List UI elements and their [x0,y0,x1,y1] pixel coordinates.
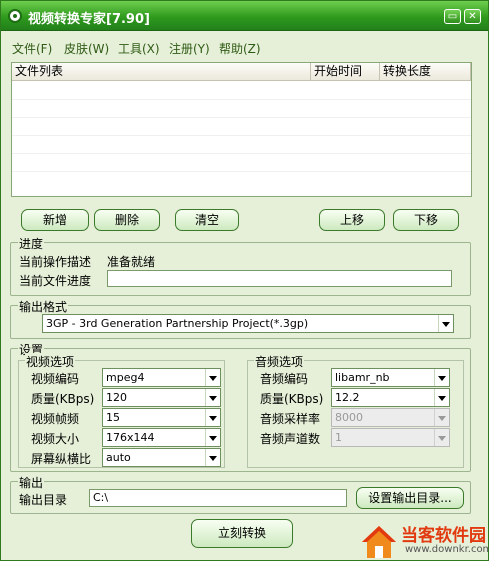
progress-group: 进度 当前操作描述 准备就绪 当前文件进度 [10,235,471,296]
video-fps-select[interactable]: 15 [102,408,221,427]
move-down-button[interactable]: 下移 [393,209,459,231]
clear-button[interactable]: 清空 [175,209,239,231]
watermark-url: www.downkr.com [405,544,489,555]
output-group: 输出 输出目录 C:\ 设置输出目录... [10,474,471,514]
settings-group: 设置 视频选项 视频编码 mpeg4 质量(KBps) 120 视频帧频 15 … [10,341,471,472]
list-divider [12,135,471,136]
operation-status: 准备就绪 [107,255,156,269]
progress-group-label: 进度 [18,235,45,252]
output-format-group: 输出格式 3GP - 3rd Generation Partnership Pr… [10,298,471,339]
audio-codec-value: libamr_nb [335,371,390,384]
audio-quality-value: 12.2 [335,391,360,404]
chevron-down-icon [434,409,449,426]
video-quality-value: 120 [106,391,127,404]
audio-quality-label: 质量(KBps) [260,392,324,406]
file-progress-label: 当前文件进度 [19,274,92,288]
video-options-label: 视频选项 [25,353,76,370]
output-group-label: 输出 [18,474,45,491]
chevron-down-icon[interactable] [205,409,220,426]
chevron-down-icon[interactable] [434,369,449,386]
audio-codec-select[interactable]: libamr_nb [331,368,450,387]
chevron-down-icon[interactable] [438,315,453,332]
audio-channels-value: 1 [335,431,342,444]
add-button[interactable]: 新增 [21,209,89,231]
minimize-button[interactable]: ▭ [444,9,461,24]
audio-options-group: 音频选项 音频编码 libamr_nb 质量(KBps) 12.2 音频采样率 … [247,353,464,468]
video-codec-value: mpeg4 [106,371,145,384]
chevron-down-icon[interactable] [205,369,220,386]
aspect-ratio-value: auto [106,451,131,464]
output-dir-label: 输出目录 [19,493,68,507]
set-output-dir-button[interactable]: 设置输出目录... [356,487,464,509]
output-format-group-label: 输出格式 [18,298,69,315]
file-list[interactable]: 文件列表 开始时间 转换长度 [11,62,472,197]
menu-help[interactable]: 帮助(Z) [219,40,261,57]
column-convert-length[interactable]: 转换长度 [380,63,471,81]
list-divider [12,99,471,100]
chevron-down-icon[interactable] [205,389,220,406]
video-options-group: 视频选项 视频编码 mpeg4 质量(KBps) 120 视频帧频 15 视频大… [18,353,225,468]
menu-skin[interactable]: 皮肤(W) [64,40,109,57]
window-title: 视频转换专家[7.90] [28,12,150,27]
audio-codec-label: 音频编码 [260,372,309,386]
close-button[interactable]: ✕ [464,9,481,24]
video-fps-value: 15 [106,411,120,424]
chevron-down-icon [434,429,449,446]
video-quality-label: 质量(KBps) [31,392,95,406]
title-bar[interactable]: 视频转换专家[7.90] ▭ ✕ [1,1,488,31]
video-size-label: 视频大小 [31,432,80,446]
list-divider [12,171,471,172]
operation-label: 当前操作描述 [19,255,92,269]
aspect-ratio-label: 屏幕纵横比 [31,452,92,466]
column-file-list[interactable]: 文件列表 [12,63,311,81]
audio-options-label: 音频选项 [254,353,305,370]
chevron-down-icon[interactable] [205,449,220,466]
delete-button[interactable]: 删除 [94,209,160,231]
chevron-down-icon[interactable] [205,429,220,446]
audio-quality-select[interactable]: 12.2 [331,388,450,407]
chevron-down-icon[interactable] [434,389,449,406]
sample-rate-select: 8000 [331,408,450,427]
video-codec-label: 视频编码 [31,372,80,386]
audio-channels-select: 1 [331,428,450,447]
video-size-value: 176x144 [106,431,155,444]
video-codec-select[interactable]: mpeg4 [102,368,221,387]
menu-register[interactable]: 注册(Y) [169,40,210,57]
app-window: 视频转换专家[7.90] ▭ ✕ 文件(F) 皮肤(W) 工具(X) 注册(Y)… [0,0,489,561]
menu-file[interactable]: 文件(F) [12,40,52,57]
video-quality-select[interactable]: 120 [102,388,221,407]
list-divider [12,117,471,118]
audio-channels-label: 音频声道数 [260,432,321,446]
convert-now-button[interactable]: 立刻转换 [191,519,293,548]
aspect-ratio-select[interactable]: auto [102,448,221,467]
column-start-time[interactable]: 开始时间 [311,63,380,81]
video-size-select[interactable]: 176x144 [102,428,221,447]
house-logo-icon [362,526,396,558]
move-up-button[interactable]: 上移 [319,209,385,231]
site-watermark: 当客软件园 www.downkr.com [356,520,489,561]
file-progress-bar [107,270,452,287]
output-format-value: 3GP - 3rd Generation Partnership Project… [46,317,309,330]
watermark-name: 当客软件园 [401,526,486,546]
list-divider [12,153,471,154]
menu-tools[interactable]: 工具(X) [118,40,160,57]
output-dir-field[interactable]: C:\ [89,489,347,507]
menu-bar: 文件(F) 皮肤(W) 工具(X) 注册(Y) 帮助(Z) [1,35,488,59]
sample-rate-value: 8000 [335,411,363,424]
sample-rate-label: 音频采样率 [260,412,321,426]
output-format-select[interactable]: 3GP - 3rd Generation Partnership Project… [42,314,454,333]
video-fps-label: 视频帧频 [31,412,80,426]
film-reel-icon [8,9,22,23]
